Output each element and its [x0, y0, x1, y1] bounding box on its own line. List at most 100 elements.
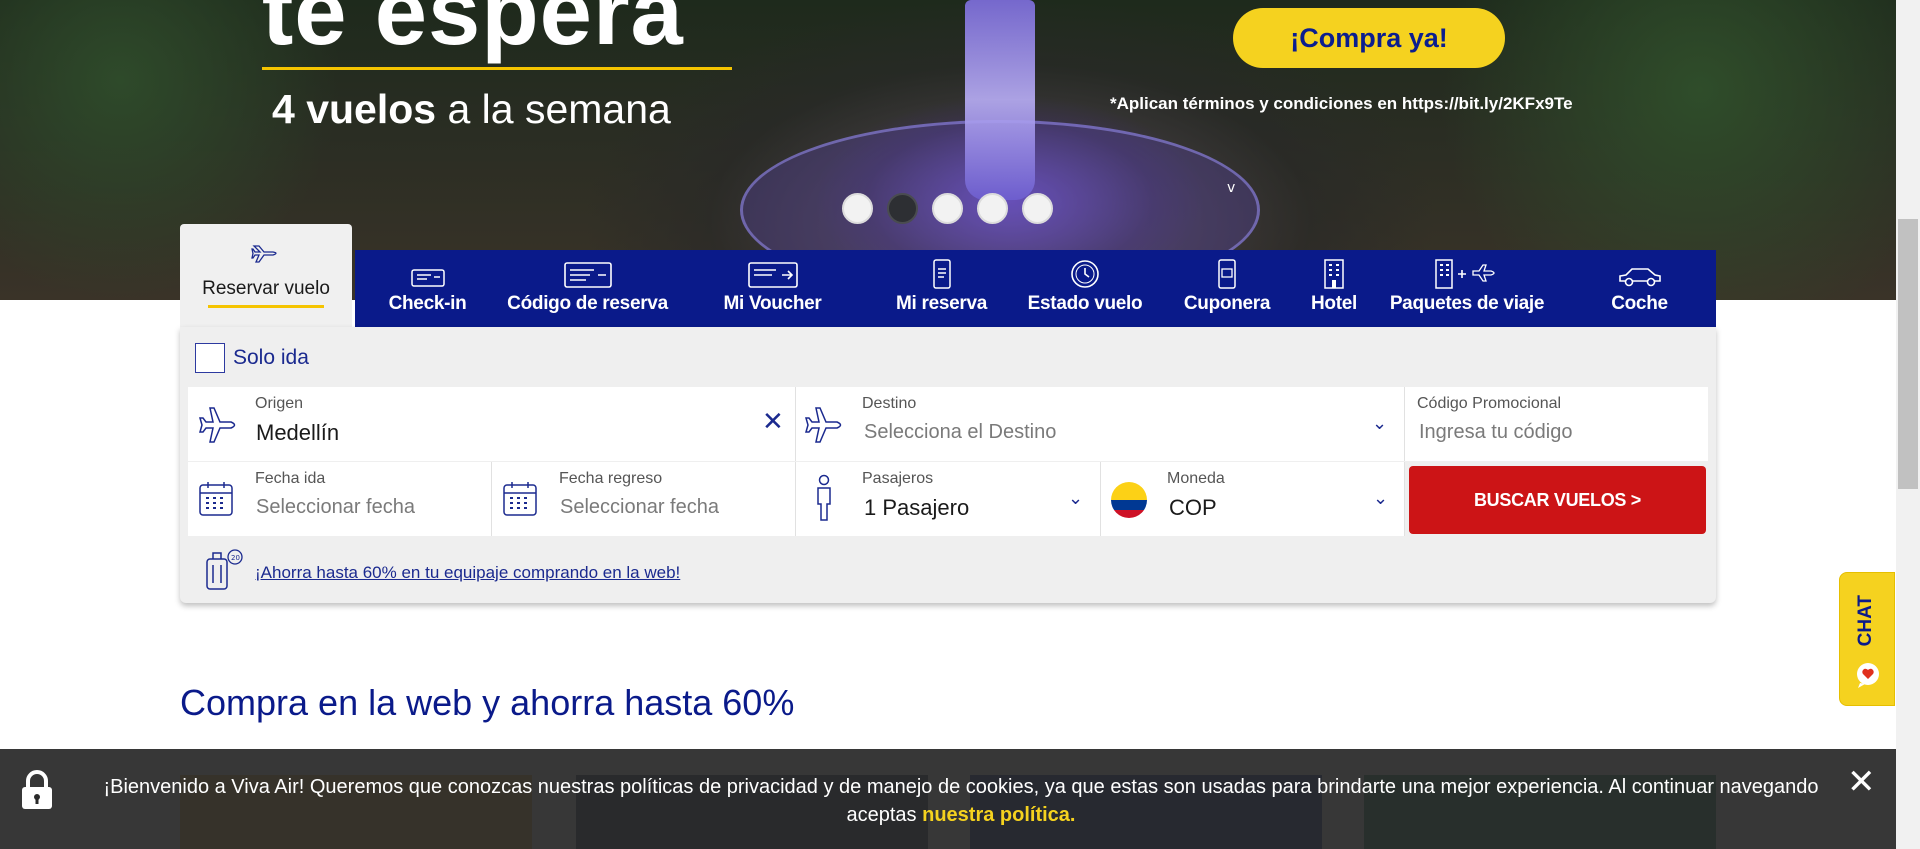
return-date-placeholder: Seleccionar fecha: [560, 496, 719, 518]
tab-coupons-label: Cuponera: [1183, 293, 1271, 314]
package-icon: [1435, 259, 1499, 289]
chevron-down-icon[interactable]: ⌄: [1068, 488, 1083, 509]
scrollbar-thumb[interactable]: [1898, 219, 1918, 489]
voucher-icon: [747, 259, 798, 289]
hero-subtitle-bold: 4 vuelos: [272, 86, 437, 132]
cookie-banner: ¡Bienvenido a Viva Air! Queremos que con…: [0, 749, 1896, 849]
chat-widget[interactable]: CHAT: [1839, 572, 1895, 706]
hero-terms: *Aplican términos y condiciones en https…: [1110, 94, 1573, 113]
tab-my-voucher[interactable]: Mi Voucher: [675, 250, 870, 327]
luggage-icon: 20: [203, 549, 243, 597]
passengers-label: Pasajeros: [862, 470, 934, 487]
tab-bar: Check-in Código de reserva Mi Voucher Mi…: [355, 250, 1716, 327]
cookie-message: ¡Bienvenido a Viva Air! Queremos que con…: [76, 773, 1846, 829]
destination-placeholder: Selecciona el Destino: [864, 421, 1057, 443]
hero-subtitle: 4 vuelos a la semana: [272, 86, 671, 133]
tab-my-voucher-label: Mi Voucher: [723, 293, 822, 314]
tab-check-in[interactable]: Check-in: [355, 250, 500, 327]
chat-label: CHAT: [1855, 595, 1876, 647]
passengers-field[interactable]: Pasajeros 1 Pasajero ⌄: [796, 462, 1101, 536]
tab-booking-code[interactable]: Código de reserva: [500, 250, 675, 327]
tab-booking-code-label: Código de reserva: [507, 293, 668, 314]
tab-travel-packages[interactable]: Paquetes de viaje: [1371, 250, 1563, 327]
depart-date-field[interactable]: Fecha ida Seleccionar fecha: [188, 462, 492, 536]
details-row: Fecha ida Seleccionar fecha Fecha regres…: [188, 462, 1405, 536]
clock-icon: [1070, 259, 1100, 289]
hero-caret: v: [1227, 180, 1236, 196]
tab-hotel-label: Hotel: [1310, 293, 1357, 314]
carousel-dots: [842, 193, 1053, 224]
coupon-phone-icon: [1216, 259, 1238, 289]
passengers-value: 1 Pasajero: [864, 495, 970, 520]
calendar-icon: [198, 480, 234, 522]
plane-icon: [804, 405, 844, 449]
promo-code-field[interactable]: Código Promocional Ingresa tu código: [1405, 387, 1708, 461]
depart-date-label: Fecha ida: [255, 470, 326, 487]
promo-code-placeholder: Ingresa tu código: [1419, 421, 1573, 443]
tab-coupons[interactable]: Cuponera: [1157, 250, 1297, 327]
destination-field[interactable]: Destino Selecciona el Destino ⌄: [796, 387, 1405, 461]
chevron-down-icon[interactable]: ⌄: [1372, 413, 1387, 434]
route-row: Origen Medellín ✕ Destino Selecciona el …: [188, 387, 1708, 461]
tab-car[interactable]: Coche: [1563, 250, 1716, 327]
chevron-down-icon[interactable]: ⌄: [1373, 488, 1388, 509]
carousel-dot-active[interactable]: [887, 193, 918, 224]
currency-value: COP: [1169, 495, 1217, 520]
page-scrollbar[interactable]: [1896, 0, 1920, 849]
search-flights-button[interactable]: BUSCAR VUELOS >: [1409, 466, 1706, 534]
carousel-dot[interactable]: [1022, 193, 1053, 224]
tab-travel-packages-label: Paquetes de viaje: [1389, 293, 1545, 314]
colombia-flag-icon: [1110, 481, 1148, 523]
tab-flight-status[interactable]: Estado vuelo: [1013, 250, 1157, 327]
one-way-label: Solo ida: [233, 346, 309, 369]
close-icon[interactable]: ✕: [1847, 765, 1876, 799]
page: te espera 4 vuelos a la semana ¡Compra y…: [0, 0, 1920, 849]
hero-monument-shape: [965, 0, 1035, 200]
privacy-policy-link[interactable]: nuestra política.: [922, 804, 1075, 826]
baggage-promo: 20 ¡Ahorra hasta 60% en tu equipaje comp…: [203, 549, 680, 597]
baggage-promo-link[interactable]: ¡Ahorra hasta 60% en tu equipaje compran…: [255, 563, 680, 583]
hero-subtitle-rest: a la semana: [436, 86, 671, 132]
car-icon: [1617, 259, 1663, 289]
plane-icon: [251, 240, 281, 272]
tab-active-underline: [208, 305, 324, 308]
promo-code-label: Código Promocional: [1417, 395, 1562, 412]
plane-icon: [198, 405, 238, 449]
tab-book-flight[interactable]: Reservar vuelo: [180, 224, 352, 327]
origin-value: Medellín: [256, 420, 340, 445]
tab-hotel[interactable]: Hotel: [1297, 250, 1371, 327]
person-icon: [814, 474, 834, 526]
return-date-label: Fecha regreso: [559, 470, 663, 487]
boarding-pass-icon: [410, 259, 445, 289]
currency-label: Moneda: [1167, 470, 1225, 487]
clear-origin-icon[interactable]: ✕: [762, 409, 784, 435]
origin-field[interactable]: Origen Medellín ✕: [188, 387, 796, 461]
origin-label: Origen: [255, 395, 304, 412]
tab-flight-status-label: Estado vuelo: [1027, 293, 1143, 314]
hero-underline: [262, 67, 732, 70]
tab-my-booking[interactable]: Mi reserva: [870, 250, 1013, 327]
buy-now-button[interactable]: ¡Compra ya!: [1233, 8, 1505, 68]
tab-book-flight-label: Reservar vuelo: [202, 278, 330, 299]
lock-icon: [20, 769, 54, 815]
depart-date-placeholder: Seleccionar fecha: [256, 496, 415, 518]
currency-field[interactable]: Moneda COP ⌄: [1101, 462, 1405, 536]
hotel-icon: [1324, 259, 1344, 289]
carousel-dot[interactable]: [977, 193, 1008, 224]
flight-search-form: Solo ida Origen Medellín ✕ Destino Selec…: [180, 327, 1716, 603]
svg-text:20: 20: [231, 554, 240, 562]
phone-ticket-icon: [932, 259, 952, 289]
carousel-dot[interactable]: [842, 193, 873, 224]
ticket-icon: [563, 259, 612, 289]
destination-label: Destino: [862, 395, 917, 412]
tab-check-in-label: Check-in: [388, 293, 467, 314]
carousel-dot[interactable]: [932, 193, 963, 224]
chat-bubble-icon: [1854, 661, 1882, 693]
section-title: Compra en la web y ahorra hasta 60%: [180, 682, 795, 723]
one-way-checkbox[interactable]: [195, 343, 225, 373]
hero-title: te espera: [262, 0, 684, 64]
return-date-field[interactable]: Fecha regreso Seleccionar fecha: [492, 462, 796, 536]
one-way-option[interactable]: Solo ida: [195, 343, 309, 373]
tab-my-booking-label: Mi reserva: [895, 293, 987, 314]
calendar-icon: [502, 480, 538, 522]
